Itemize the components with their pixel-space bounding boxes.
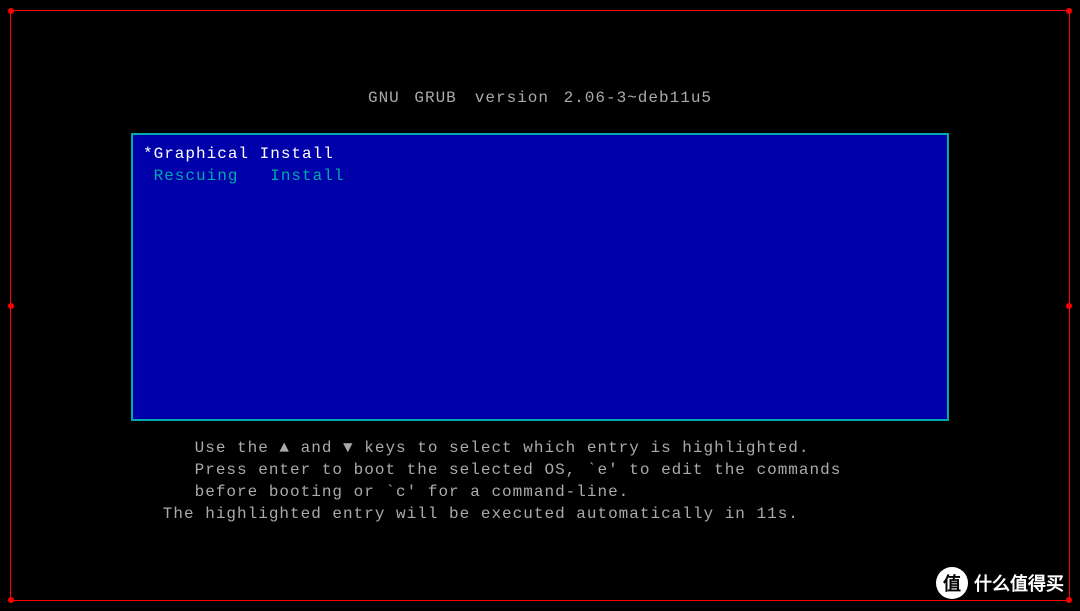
help-line: before booting or `c' for a command-line…: [131, 481, 949, 503]
grub-version: version 2.06-3~deb11u5: [475, 89, 712, 107]
help-line: Press enter to boot the selected OS, `e'…: [131, 459, 949, 481]
help-line: The highlighted entry will be executed a…: [131, 503, 949, 525]
handle-dot: [8, 8, 14, 14]
handle-dot: [1066, 8, 1072, 14]
menu-entry-rescuing-install[interactable]: Rescuing Install: [139, 165, 941, 187]
watermark: 值 什么值得买: [936, 567, 1064, 599]
help-line: Use the ▲ and ▼ keys to select which ent…: [131, 437, 949, 459]
selection-frame: GNU GRUB version 2.06-3~deb11u5 *Graphica…: [10, 10, 1070, 601]
handle-dot: [1066, 597, 1072, 603]
handle-dot: [8, 303, 14, 309]
watermark-badge-icon: 值: [936, 567, 968, 599]
grub-product: GNU GRUB: [368, 89, 457, 107]
handle-dot: [8, 597, 14, 603]
watermark-text: 什么值得买: [974, 570, 1064, 596]
grub-help-text: Use the ▲ and ▼ keys to select which ent…: [131, 437, 949, 525]
grub-menu-box[interactable]: *Graphical Install Rescuing Install: [131, 133, 949, 421]
grub-header: GNU GRUB version 2.06-3~deb11u5: [11, 11, 1069, 107]
handle-dot: [1066, 303, 1072, 309]
menu-entry-graphical-install[interactable]: *Graphical Install: [139, 143, 941, 165]
